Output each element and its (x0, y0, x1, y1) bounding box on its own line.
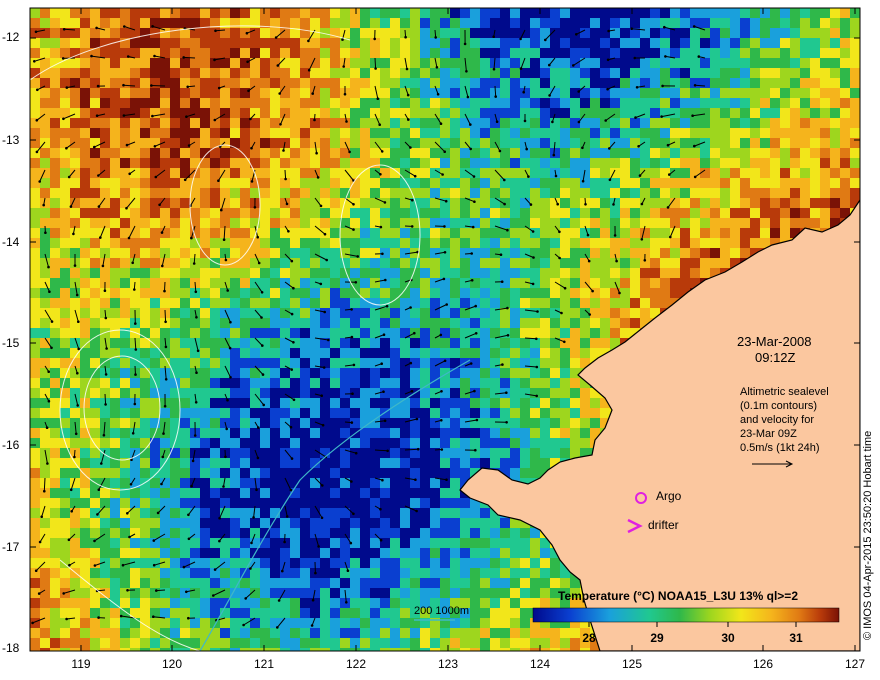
drifter-label: drifter (648, 518, 679, 532)
colorbar-tick-label: 30 (721, 631, 735, 645)
altimetry-note-line: 23-Mar 09Z (740, 428, 797, 440)
lon-label: 125 (621, 657, 643, 671)
lon-label: 119 (71, 657, 91, 671)
lon-label: 120 (161, 657, 183, 671)
lat-label: -12 (2, 30, 20, 44)
altimetry-note-line: Altimetric sealevel (740, 386, 829, 398)
lat-label: -14 (2, 235, 20, 249)
altimetry-note-line: (0.1m contours) (740, 400, 818, 412)
lon-label: 124 (529, 657, 551, 671)
lat-label: -16 (2, 438, 20, 452)
lat-label: -18 (2, 641, 20, 655)
colorbar-title: Temperature (°C) NOAA15_L3U 13% ql>=2 (558, 589, 798, 603)
argo-label: Argo (656, 489, 682, 503)
lon-label: 123 (437, 657, 459, 671)
altimetry-note-line: 0.5m/s (1kt 24h) (740, 442, 820, 454)
altimetry-note-line: and velocity for (740, 414, 814, 426)
sst-map-figure: -12 -13 -14 -15 -16 -17 -18 119 120 121 … (0, 0, 880, 680)
lat-label: -13 (2, 133, 20, 147)
lat-label: -17 (2, 540, 20, 554)
imos-credit: © IMOS 04-Apr-2015 23:50:20 Hobart time (862, 430, 874, 640)
lon-label: 121 (253, 657, 275, 671)
colorbar-tick-label: 28 (582, 631, 596, 645)
colorbar (532, 607, 840, 623)
colorbar-tick-label: 29 (650, 631, 664, 645)
bathymetry-scale-label: 200 1000m (414, 605, 470, 617)
colorbar-tick-label: 31 (789, 631, 803, 645)
lon-label: 127 (844, 657, 866, 671)
lon-label: 122 (345, 657, 367, 671)
lon-label: 126 (752, 657, 774, 671)
date-label: 23-Mar-2008 (737, 334, 812, 349)
time-label: 09:12Z (755, 350, 796, 365)
lat-label: -15 (2, 336, 20, 350)
